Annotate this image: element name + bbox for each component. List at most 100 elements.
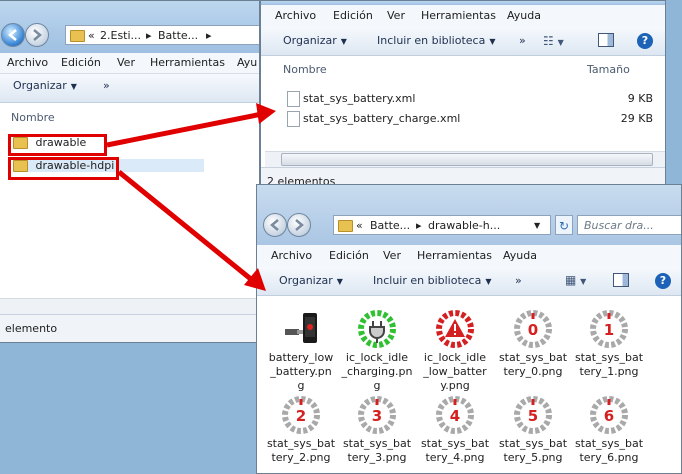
forward-button[interactable]: [287, 213, 311, 237]
breadcrumb-item[interactable]: drawable-h...: [428, 219, 500, 232]
breadcrumb-overflow[interactable]: «: [88, 29, 95, 42]
menu-bar: Archivo Edición Ver Herramientas Ayu: [0, 53, 259, 74]
more-commands-button[interactable]: »: [103, 79, 110, 92]
view-options-icon[interactable]: ☷ ▼: [543, 34, 564, 48]
arrow-right-icon: [33, 29, 42, 41]
forward-button[interactable]: [25, 23, 49, 47]
horizontal-scrollbar[interactable]: [0, 298, 259, 314]
file-tile[interactable]: 4 stat_sys_bat tery_4.png: [417, 395, 493, 465]
arrow-right-icon: [295, 219, 304, 231]
menu-herramientas[interactable]: Herramientas: [421, 9, 496, 22]
more-commands-button[interactable]: »: [515, 274, 522, 287]
file-size: 29 KB: [620, 112, 653, 125]
menu-ver[interactable]: Ver: [117, 56, 135, 69]
file-tile[interactable]: 5 stat_sys_bat tery_5.png: [495, 395, 571, 465]
file-tile-label-line: g: [297, 379, 305, 392]
file-tile[interactable]: ic_lock_idle _low_batter y.png: [417, 309, 493, 393]
organize-button[interactable]: Organizar ▼: [283, 34, 347, 47]
file-row[interactable]: stat_sys_battery_charge.xml 29 KB: [283, 109, 655, 127]
file-tile-label-line: battery_low: [268, 351, 334, 364]
menu-edicion[interactable]: Edición: [61, 56, 101, 69]
address-bar[interactable]: « Batte... ▸ drawable-h... ▼: [333, 215, 551, 235]
chevron-down-icon: ▼: [534, 221, 541, 230]
menu-archivo[interactable]: Archivo: [7, 56, 48, 69]
help-icon[interactable]: ?: [655, 273, 671, 289]
menu-ver[interactable]: Ver: [383, 249, 401, 262]
search-box[interactable]: Buscar dra...: [577, 215, 681, 235]
file-tile-label-line: stat_sys_bat: [574, 437, 644, 450]
svg-text:6: 6: [604, 407, 614, 425]
file-tile-label-line: ic_lock_idle: [423, 351, 487, 364]
view-options-icon[interactable]: ▦ ▼: [565, 273, 586, 287]
horizontal-scrollbar[interactable]: [265, 151, 665, 167]
preview-pane-icon[interactable]: [598, 33, 614, 47]
folder-icon: [338, 219, 353, 232]
menu-ayuda[interactable]: Ayuda: [507, 9, 541, 22]
include-library-button[interactable]: Incluir en biblioteca ▼: [377, 34, 496, 47]
more-commands-button[interactable]: »: [519, 34, 526, 47]
breadcrumb-item[interactable]: 2.Esti...: [100, 29, 141, 42]
menu-herramientas[interactable]: Herramientas: [150, 56, 225, 69]
file-row[interactable]: stat_sys_battery.xml 9 KB: [283, 89, 655, 107]
breadcrumb-overflow[interactable]: «: [356, 219, 363, 232]
low-battery-warning-icon: [436, 310, 474, 348]
file-tile[interactable]: ic_lock_idle _charging.pn g: [339, 309, 415, 393]
help-icon[interactable]: ?: [637, 33, 653, 49]
column-header-name[interactable]: Nombre: [11, 111, 55, 124]
breadcrumb-item[interactable]: Batte...: [158, 29, 198, 42]
svg-text:0: 0: [528, 321, 538, 339]
battery-level-icon: 6: [590, 396, 628, 434]
file-tile-label-line: tery_3.png: [347, 451, 407, 464]
breadcrumb-item[interactable]: Batte...: [370, 219, 410, 232]
search-input[interactable]: Buscar dra...: [584, 219, 654, 232]
refresh-button[interactable]: ↻: [555, 215, 573, 235]
file-tile-label-line: stat_sys_bat: [266, 437, 336, 450]
back-button[interactable]: [263, 213, 287, 237]
file-tile[interactable]: battery_low _battery.pn g: [263, 309, 339, 393]
file-tile-label-line: stat_sys_bat: [420, 437, 490, 450]
preview-pane-icon[interactable]: [613, 273, 629, 287]
menu-edicion[interactable]: Edición: [333, 9, 373, 22]
back-button[interactable]: [1, 23, 25, 47]
file-tile[interactable]: 3 stat_sys_bat tery_3.png: [339, 395, 415, 465]
left-window-nav-bar: « 2.Esti... ▸ Batte... ▸: [0, 1, 259, 53]
menu-archivo[interactable]: Archivo: [271, 249, 312, 262]
column-header-size[interactable]: Tamaño: [587, 63, 630, 76]
folder-icon: [70, 29, 85, 42]
address-bar[interactable]: « 2.Esti... ▸ Batte... ▸: [65, 25, 259, 45]
file-tile-label-line: tery_0.png: [503, 365, 563, 378]
organize-button[interactable]: Organizar ▼: [13, 79, 77, 92]
menu-ayuda[interactable]: Ayuda: [503, 249, 537, 262]
file-tile-label: stat_sys_bat tery_0.png: [495, 351, 571, 379]
file-tile[interactable]: 0 stat_sys_bat tery_0.png: [495, 309, 571, 379]
menu-ayuda[interactable]: Ayu: [237, 56, 257, 69]
scrollbar-thumb[interactable]: [281, 153, 653, 166]
arrow-left-icon: [8, 29, 17, 41]
battery-phone-icon: [285, 313, 317, 343]
file-tile-label-line: _low_batter: [423, 365, 487, 378]
file-tile-label: ic_lock_idle _low_batter y.png: [417, 351, 493, 393]
file-tile-label-line: stat_sys_bat: [574, 351, 644, 364]
include-library-button[interactable]: Incluir en biblioteca ▼: [373, 274, 492, 287]
svg-text:5: 5: [528, 407, 538, 425]
menu-herramientas[interactable]: Herramientas: [417, 249, 492, 262]
bottom-explorer-window: « Batte... ▸ drawable-h... ▼ ↻ Buscar dr…: [256, 184, 682, 474]
organize-button[interactable]: Organizar ▼: [279, 274, 343, 287]
xml-file-icon: [287, 91, 300, 107]
arrow-left-icon: [270, 219, 279, 231]
menu-archivo[interactable]: Archivo: [275, 9, 316, 22]
file-tile-label: stat_sys_bat tery_2.png: [263, 437, 339, 465]
file-tile-label: stat_sys_bat tery_3.png: [339, 437, 415, 465]
file-tile[interactable]: 1 stat_sys_bat tery_1.png: [571, 309, 647, 379]
file-tile[interactable]: 6 stat_sys_bat tery_6.png: [571, 395, 647, 465]
file-tile-label-line: g: [373, 379, 381, 392]
file-tile-label-line: _battery.pn: [270, 365, 332, 378]
column-header-name[interactable]: Nombre: [283, 63, 327, 76]
menu-edicion[interactable]: Edición: [329, 249, 369, 262]
charging-icon: [358, 310, 396, 348]
file-tile[interactable]: 2 stat_sys_bat tery_2.png: [263, 395, 339, 465]
file-tile-label-line: tery_1.png: [579, 365, 639, 378]
file-tile-label-line: stat_sys_bat: [498, 437, 568, 450]
svg-text:1: 1: [604, 321, 614, 339]
menu-ver[interactable]: Ver: [387, 9, 405, 22]
